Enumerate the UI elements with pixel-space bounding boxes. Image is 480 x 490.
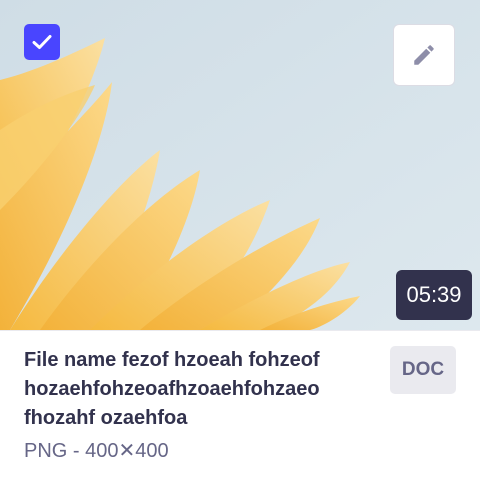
check-icon — [32, 35, 52, 49]
select-checkbox[interactable] — [24, 24, 60, 60]
asset-info: File name fezof hzoeah fohzeof hozaehfoh… — [24, 346, 384, 465]
file-type-badge: DOC — [390, 346, 456, 394]
asset-card[interactable]: 05:39 File name fezof hzoeah fohzeof hoz… — [0, 0, 480, 490]
pencil-icon — [414, 45, 434, 65]
asset-preview[interactable]: 05:39 — [0, 0, 480, 330]
divider — [0, 330, 480, 331]
duration-badge: 05:39 — [396, 270, 472, 320]
file-meta: PNG - 400✕400 — [24, 440, 169, 462]
edit-button[interactable] — [393, 24, 455, 86]
file-name: File name fezof hzoeah fohzeof hozaehfoh… — [24, 349, 320, 429]
